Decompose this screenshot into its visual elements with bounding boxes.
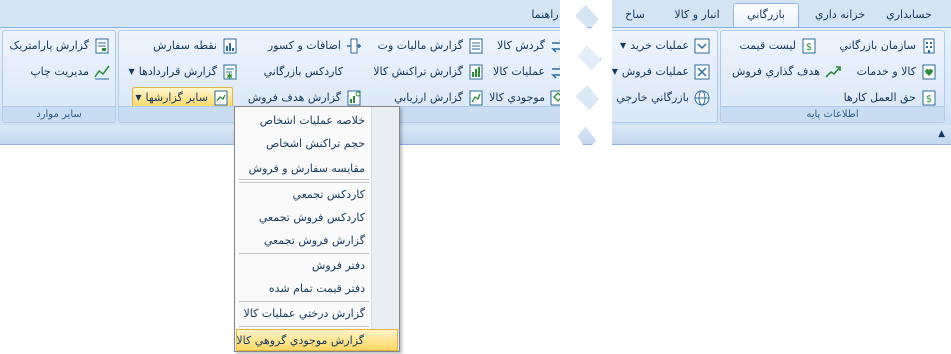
- globe-icon: [693, 89, 711, 107]
- other-reports-button[interactable]: ساير گزارشها ▼: [132, 87, 233, 108]
- sales-target-setting-label: هدف گذاري فروش: [731, 65, 820, 78]
- price-list-icon: $: [800, 37, 818, 55]
- goods-stock-label: موجودي کالا: [489, 91, 545, 104]
- chevron-down-icon: ▼: [611, 67, 618, 76]
- goods-operations-button[interactable]: عمليات کالا: [491, 61, 569, 82]
- goods-turnover-label: گردش کالا: [497, 39, 545, 52]
- tab-treasury[interactable]: خزانه داري: [808, 4, 872, 26]
- ribbon-collapse-icon[interactable]: ▲: [938, 129, 945, 139]
- goods-stock-button[interactable]: موجودي کالا: [487, 87, 569, 108]
- svg-text:$: $: [926, 94, 932, 105]
- plus-minus-icon: [345, 37, 363, 55]
- report-list-icon: [467, 37, 485, 55]
- parametric-report-button[interactable]: گزارش پارامتريک: [7, 35, 113, 56]
- other-reports-menu: خلاصه عمليات اشخاص حجم تراکنش اشخاص مقاي…: [234, 106, 400, 352]
- other-reports-icon: [212, 89, 230, 107]
- contract-icon: ✱: [221, 63, 239, 81]
- svg-text:$: $: [806, 42, 812, 53]
- order-point-icon: [221, 37, 239, 55]
- bar-chart-icon: [467, 63, 485, 81]
- additions-deductions-button[interactable]: اضافات و کسور: [266, 35, 365, 56]
- print-chart-icon: [93, 63, 111, 81]
- menu-item-cost-price-ledger[interactable]: دفتر قيمت تمام شده: [237, 278, 371, 300]
- chevron-down-icon: ▼: [135, 93, 142, 102]
- purchase-icon: [693, 37, 711, 55]
- menu-item-cumulative-sales-kardex[interactable]: کاردکس فروش تجمعي: [237, 207, 371, 229]
- commerce-organization-button[interactable]: سازمان بازرگاني: [837, 35, 940, 56]
- menu-item-cumulative-kardex[interactable]: کاردکس تجمعي: [237, 184, 371, 206]
- goods-turnover-button[interactable]: گردش کالا: [495, 35, 569, 56]
- commission-agents-button[interactable]: $ حق العمل کارها: [842, 87, 940, 108]
- menu-item-persons-operations-summary[interactable]: خلاصه عمليات اشخاص: [237, 110, 371, 132]
- menu-item-cumulative-sales-report[interactable]: گزارش فروش تجمعي: [237, 230, 371, 252]
- evaluation-report-label: گزارش ارزيابي: [394, 91, 463, 104]
- additions-deductions-label: اضافات و کسور: [267, 39, 341, 52]
- group-base-info: سازمان بازرگاني $ ليست قيمت کالا و خدمات…: [720, 30, 945, 123]
- tab-production[interactable]: ساخ: [610, 4, 660, 26]
- tab-commerce[interactable]: بازرگاني: [733, 3, 799, 28]
- commerce-organization-label: سازمان بازرگاني: [839, 39, 916, 52]
- evaluation-chart-icon: [467, 89, 485, 107]
- chevron-down-icon: ▼: [128, 67, 135, 76]
- dollar-doc-icon: $: [920, 89, 938, 107]
- goods-operations-label: عمليات کالا: [493, 65, 545, 78]
- foreign-trade-label: بازرگاني خارجي: [616, 91, 689, 104]
- menu-separator: [239, 253, 369, 254]
- price-list-button[interactable]: $ ليست قيمت: [737, 35, 820, 56]
- print-management-button[interactable]: مديريت چاپ: [28, 61, 113, 82]
- sales-target-report-button[interactable]: گزارش هدف فروش: [246, 87, 365, 108]
- order-point-button[interactable]: نقطه سفارش: [151, 35, 241, 56]
- svg-text:✱: ✱: [226, 72, 233, 81]
- commission-agents-label: حق العمل کارها: [843, 91, 916, 104]
- sales-operations-label: عمليات فروش: [621, 65, 689, 78]
- group-operations: عمليات خريد ▼ عمليات فروش ▼ بازرگاني خار…: [600, 30, 718, 123]
- vat-report-button[interactable]: گزارش ماليات وت: [376, 35, 487, 56]
- purchase-operations-button[interactable]: عمليات خريد ▼: [618, 35, 713, 56]
- contracts-report-button[interactable]: ✱ گزارش قراردادها ▼: [127, 61, 241, 82]
- goods-heart-icon: [920, 63, 938, 81]
- price-list-label: ليست قيمت: [739, 39, 796, 52]
- goods-services-button[interactable]: کالا و خدمات: [855, 61, 940, 82]
- goods-services-label: کالا و خدمات: [856, 65, 916, 78]
- contracts-report-label: گزارش قراردادها: [138, 65, 217, 78]
- trend-arrow-icon: [824, 63, 842, 81]
- ribbon-tab-strip: حسابداري خزانه داري بازرگاني انبار و کال…: [0, 0, 951, 28]
- sales-target-report-label: گزارش هدف فروش: [247, 91, 341, 104]
- ribbon-body: سازمان بازرگاني $ ليست قيمت کالا و خدمات…: [0, 27, 951, 125]
- commerce-kardex-label: کاردکس بازرگاني: [263, 65, 343, 78]
- menu-item-order-sales-comparison[interactable]: مقايسه سفارش و فروش: [237, 158, 371, 180]
- purchase-operations-label: عمليات خريد: [630, 39, 689, 52]
- group-other: گزارش پارامتريک مديريت چاپ ساير موارد: [2, 30, 116, 123]
- menu-separator: [239, 182, 369, 183]
- tab-accounting[interactable]: حسابداري: [873, 4, 945, 26]
- other-reports-label: ساير گزارشها: [145, 91, 208, 104]
- tab-inventory[interactable]: انبار و کالا: [664, 4, 730, 26]
- group-base-info-title: اطلاعات پايه: [721, 106, 944, 122]
- chevron-down-icon: ▼: [620, 41, 627, 50]
- menu-item-goods-operations-tree-report[interactable]: گزارش درختي عمليات کالا: [237, 303, 371, 325]
- group-other-title: ساير موارد: [3, 106, 115, 122]
- vat-report-label: گزارش ماليات وت: [377, 39, 463, 52]
- goods-transaction-report-label: گزارش تراکنش کالا: [373, 65, 463, 78]
- ribbon-bottom-bar: ▲: [0, 125, 951, 145]
- parametric-report-label: گزارش پارامتريک: [9, 39, 89, 52]
- menu-separator: [239, 326, 369, 327]
- sales-icon: [693, 63, 711, 81]
- building-icon: [920, 37, 938, 55]
- parametric-icon: [93, 37, 111, 55]
- menu-item-goods-group-stock-report[interactable]: گزارش موجودي گروهي کالا: [236, 329, 398, 351]
- goods-transaction-report-button[interactable]: گزارش تراکنش کالا: [371, 61, 487, 82]
- sales-target-setting-button[interactable]: هدف گذاري فروش: [730, 61, 844, 82]
- menu-item-persons-transaction-volume[interactable]: حجم تراکنش اشخاص: [237, 133, 371, 155]
- sales-operations-button[interactable]: عمليات فروش ▼: [610, 61, 713, 82]
- foreign-trade-button[interactable]: بازرگاني خارجي: [614, 87, 713, 108]
- print-management-label: مديريت چاپ: [30, 65, 89, 78]
- commerce-kardex-button[interactable]: کاردکس بازرگاني: [262, 61, 345, 82]
- menu-item-sales-ledger[interactable]: دفتر فروش: [237, 255, 371, 277]
- target-report-icon: [345, 89, 363, 107]
- menu-separator: [239, 301, 369, 302]
- evaluation-report-button[interactable]: گزارش ارزيابي: [392, 87, 487, 108]
- menu-icon-margin: [371, 107, 399, 351]
- order-point-label: نقطه سفارش: [153, 39, 217, 52]
